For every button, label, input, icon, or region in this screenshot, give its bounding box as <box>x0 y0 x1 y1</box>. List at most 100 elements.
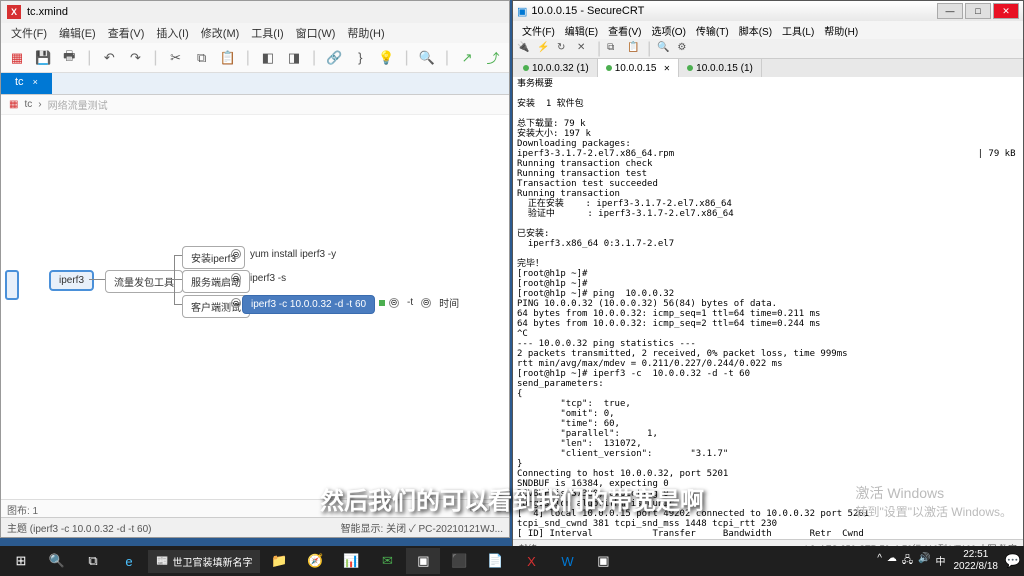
share-icon[interactable]: ↗ <box>459 49 475 67</box>
taskbar-clock[interactable]: 22:51 2022/8/18 <box>954 549 999 573</box>
scrt-titlebar[interactable]: ▣ 10.0.0.15 - SecureCRT — □ ✕ <box>513 1 1023 21</box>
quickconnect-icon[interactable]: ⚡ <box>537 42 551 56</box>
expand-icon[interactable]: ⊝ <box>231 298 241 308</box>
scrt-menu-script[interactable]: 脚本(S) <box>734 21 777 39</box>
find-icon[interactable]: 🔍 <box>657 42 671 56</box>
scrt-menu-help[interactable]: 帮助(H) <box>819 21 863 39</box>
print-icon[interactable]: 🖶 <box>61 49 77 67</box>
scrt-menu-tools[interactable]: 工具(L) <box>777 21 819 39</box>
node-root[interactable]: iperf3 <box>49 270 94 291</box>
taskbar-app-2[interactable]: 🧭 <box>298 548 332 574</box>
menu-edit[interactable]: 编辑(E) <box>53 23 102 43</box>
taskview-button[interactable]: ⧉ <box>76 548 110 574</box>
zoom-icon[interactable]: 🔍 <box>419 49 435 67</box>
minimize-button[interactable]: — <box>937 3 963 19</box>
tray-ime-icon[interactable]: 中 <box>936 553 946 570</box>
xmind-canvas[interactable]: iperf3 流量发包工具 安装iperf3 ⊝ yum install ipe… <box>1 115 509 515</box>
subnode-icon[interactable]: ◨ <box>286 49 302 67</box>
node-tool[interactable]: 流量发包工具 <box>105 270 183 293</box>
search-button[interactable]: 🔍 <box>40 548 74 574</box>
menu-modify[interactable]: 修改(M) <box>195 23 246 43</box>
taskbar-app-1[interactable]: 📁 <box>262 548 296 574</box>
menu-file[interactable]: 文件(F) <box>5 23 53 43</box>
export-icon[interactable]: ⤴ <box>485 49 501 67</box>
scrt-app-icon: ▣ <box>517 5 527 18</box>
xmind-title-text: tc.xmind <box>27 6 68 18</box>
menu-insert[interactable]: 插入(I) <box>150 23 194 43</box>
close-button[interactable]: ✕ <box>993 3 1019 19</box>
breadcrumb-root[interactable]: tc <box>24 99 32 110</box>
maximize-button[interactable]: □ <box>965 3 991 19</box>
expand-icon[interactable]: ⊝ <box>389 298 399 308</box>
save-icon[interactable]: 💾 <box>35 49 51 67</box>
menu-tools[interactable]: 工具(I) <box>245 23 289 43</box>
node-install-cmd[interactable]: yum install iperf3 -y <box>242 246 344 263</box>
cut-icon[interactable]: ✂ <box>168 49 184 67</box>
taskbar-app-xmind[interactable]: X <box>514 548 548 574</box>
side-handle[interactable] <box>5 270 19 300</box>
start-button[interactable]: ⊞ <box>4 548 38 574</box>
tray-cloud-icon[interactable]: ☁ <box>887 553 897 570</box>
taskbar-app-9[interactable]: W <box>550 548 584 574</box>
xmind-titlebar[interactable]: X tc.xmind <box>1 1 509 23</box>
status-left-text: 图布: 1 <box>7 506 38 517</box>
taskbar-search-text[interactable]: 📰 世卫官装填新名字 <box>148 550 260 573</box>
bulb-icon[interactable]: 💡 <box>378 49 394 67</box>
scrt-menu-transfer[interactable]: 传输(T) <box>691 21 734 39</box>
notification-icon[interactable]: 💬 <box>1006 548 1020 574</box>
node-server-cmd[interactable]: iperf3 -s <box>242 270 294 287</box>
menu-view[interactable]: 查看(V) <box>102 23 151 43</box>
scrt-menu-options[interactable]: 选项(O) <box>646 21 690 39</box>
tab-close-icon[interactable]: ✕ <box>663 64 670 73</box>
taskbar-app-7[interactable]: 📄 <box>478 548 512 574</box>
taskbar-app-scrt[interactable]: ▣ <box>586 548 620 574</box>
reconnect-icon[interactable]: ↻ <box>557 42 571 56</box>
status-right: 智能显示: 关闭 ✓ PC-20210121WJ... <box>341 520 503 535</box>
connect-icon[interactable]: 🔌 <box>517 42 531 56</box>
disconnect-icon[interactable]: ✕ <box>577 42 591 56</box>
node-client[interactable]: 客户端测试 <box>182 295 250 318</box>
taskbar-app-3[interactable]: 📊 <box>334 548 368 574</box>
node-time[interactable]: 时间 <box>435 295 463 310</box>
node-dash-t[interactable]: -t <box>403 297 417 308</box>
tray-net-icon[interactable]: 🖧 <box>902 553 913 570</box>
taskbar-app-5[interactable]: ▣ <box>406 548 440 574</box>
relation-icon[interactable]: 🔗 <box>326 49 342 67</box>
redo-icon[interactable]: ↷ <box>127 49 143 67</box>
taskbar-app-6[interactable]: ⬛ <box>442 548 476 574</box>
copy-icon[interactable]: ⧉ <box>607 42 621 56</box>
status-dot-icon <box>523 65 529 71</box>
scrt-tab-1[interactable]: 10.0.0.32 (1) <box>515 59 598 77</box>
scrt-menu-view[interactable]: 查看(V) <box>603 21 646 39</box>
menu-help[interactable]: 帮助(H) <box>341 23 390 43</box>
system-tray[interactable]: ^ ☁ 🖧 🔊 中 <box>877 553 945 570</box>
new-icon[interactable]: ▦ <box>9 49 25 67</box>
status-dot-icon <box>687 65 693 71</box>
tray-speaker-icon[interactable]: 🔊 <box>918 553 930 570</box>
menu-window[interactable]: 窗口(W) <box>290 23 342 43</box>
breadcrumb-child[interactable]: 网络流量测试 <box>48 97 108 112</box>
undo-icon[interactable]: ↶ <box>101 49 117 67</box>
expand-icon[interactable]: ⊝ <box>231 273 241 283</box>
tray-up-icon[interactable]: ^ <box>877 553 882 570</box>
xmind-app-icon: X <box>7 5 21 19</box>
node-client-cmd[interactable]: iperf3 -c 10.0.0.32 -d -t 60 <box>242 295 375 314</box>
scrt-tab-3[interactable]: 10.0.0.15 (1) <box>679 59 762 77</box>
copy-icon[interactable]: ⧉ <box>194 49 210 67</box>
scrt-tab-2[interactable]: 10.0.0.15✕ <box>598 59 679 77</box>
expand-icon[interactable]: ⊝ <box>421 298 431 308</box>
paste-icon[interactable]: 📋 <box>627 42 641 56</box>
paste-icon[interactable]: 📋 <box>220 49 236 67</box>
scrt-menu-file[interactable]: 文件(F) <box>517 21 560 39</box>
settings-icon[interactable]: ⚙ <box>677 42 691 56</box>
node-icon[interactable]: ◧ <box>260 49 276 67</box>
summary-icon[interactable]: } <box>352 49 368 67</box>
scrt-menu-edit[interactable]: 编辑(E) <box>560 21 603 39</box>
expand-icon[interactable]: ⊝ <box>231 249 241 259</box>
terminal-output[interactable]: 事务概要 安装 1 软件包 总下载量: 79 k 安装大小: 197 k Dow… <box>513 77 1023 539</box>
edge-icon[interactable]: e <box>112 548 146 574</box>
xmind-tab-active[interactable]: tc × <box>1 73 52 94</box>
taskbar-app-4[interactable]: ✉ <box>370 548 404 574</box>
tab-close-icon[interactable]: × <box>33 77 38 87</box>
node-server[interactable]: 服务端启动 <box>182 270 250 293</box>
